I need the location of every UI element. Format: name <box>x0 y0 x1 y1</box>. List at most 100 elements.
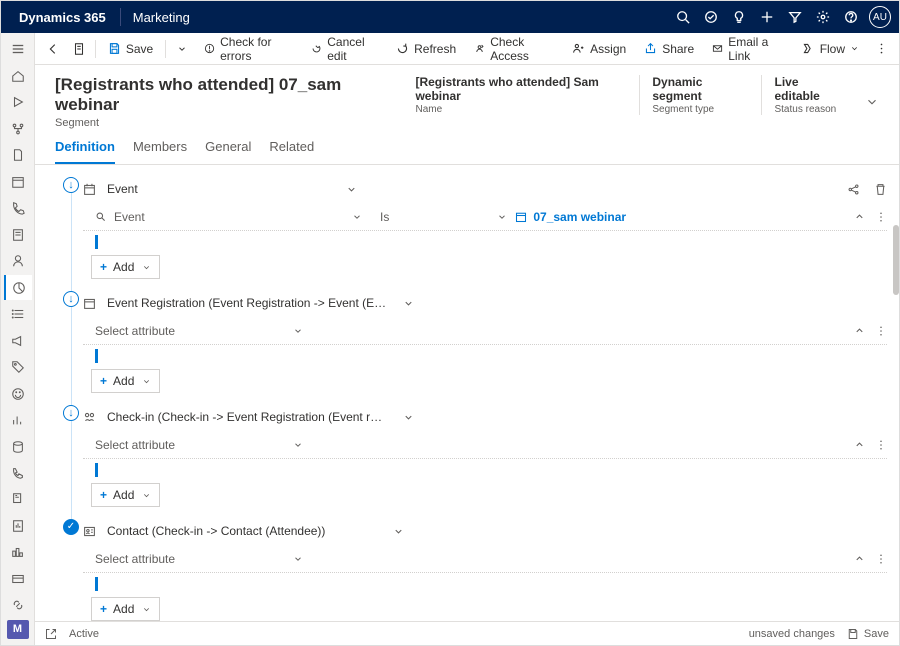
nav-menu-icon[interactable] <box>4 37 32 61</box>
record-subtitle: Segment <box>55 117 375 129</box>
nav-home-icon[interactable] <box>4 63 32 87</box>
module-label[interactable]: Marketing <box>125 10 198 25</box>
row-menu-icon[interactable] <box>875 325 887 337</box>
app-switcher[interactable]: M <box>7 620 29 639</box>
share-block-icon[interactable] <box>847 183 860 196</box>
attribute-placeholder[interactable]: Select attribute <box>95 552 215 566</box>
back-button[interactable] <box>41 35 65 63</box>
chevron-down-icon[interactable] <box>293 326 303 336</box>
nav-journey-icon[interactable] <box>4 116 32 140</box>
tab-definition[interactable]: Definition <box>55 139 115 164</box>
record-tabs: Definition Members General Related <box>35 129 899 165</box>
accent-bar <box>95 235 98 249</box>
delete-block-icon[interactable] <box>874 183 887 196</box>
nav-card-icon[interactable] <box>4 567 32 591</box>
add-condition-button[interactable]: +Add <box>91 369 160 393</box>
collapse-icon[interactable] <box>854 553 865 564</box>
nav-segment-icon[interactable] <box>4 275 32 299</box>
chevron-down-icon[interactable] <box>403 298 414 309</box>
command-bar: Save Check for errors Cancel edit Refres… <box>35 33 899 65</box>
row-menu-icon[interactable] <box>875 553 887 565</box>
left-nav: M <box>1 33 35 645</box>
nav-phone-icon[interactable] <box>4 196 32 220</box>
meta-type-value: Dynamic segment <box>652 75 743 103</box>
record-title: [Registrants who attended] 07_sam webina… <box>55 75 375 115</box>
nav-data-icon[interactable] <box>4 434 32 458</box>
expand-header-button[interactable] <box>865 95 879 109</box>
nav-smile-icon[interactable] <box>4 381 32 405</box>
lightbulb-icon[interactable] <box>725 3 753 31</box>
share-button[interactable]: Share <box>636 35 702 63</box>
user-avatar[interactable]: AU <box>869 6 891 28</box>
nav-insights-icon[interactable] <box>4 540 32 564</box>
nav-megaphone-icon[interactable] <box>4 328 32 352</box>
nav-contact-icon[interactable] <box>4 249 32 273</box>
nav-play-icon[interactable] <box>4 90 32 114</box>
chevron-down-icon[interactable] <box>293 440 303 450</box>
search-icon[interactable] <box>669 3 697 31</box>
tab-general[interactable]: General <box>205 139 251 164</box>
status-save-button[interactable]: Save <box>847 628 889 640</box>
refresh-button[interactable]: Refresh <box>388 35 464 63</box>
nav-link-icon[interactable] <box>4 593 32 617</box>
overflow-button[interactable] <box>869 35 893 63</box>
brand-label[interactable]: Dynamics 365 <box>9 10 116 25</box>
meta-status-label: Status reason <box>774 104 839 115</box>
entity-name[interactable]: Contact (Check-in -> Contact (Attendee)) <box>107 524 325 538</box>
nav-call-icon[interactable] <box>4 461 32 485</box>
meta-type-label: Segment type <box>652 104 743 115</box>
email-link-button[interactable]: Email a Link <box>704 35 791 63</box>
help-icon[interactable] <box>837 3 865 31</box>
row-menu-icon[interactable] <box>875 211 887 223</box>
scrollbar-thumb[interactable] <box>893 225 899 295</box>
cancel-edit-button[interactable]: Cancel edit <box>303 35 386 63</box>
search-icon <box>95 211 106 222</box>
entity-name[interactable]: Check-in (Check-in -> Event Registration… <box>107 410 387 424</box>
save-dropdown[interactable] <box>170 35 194 63</box>
attribute-placeholder[interactable]: Select attribute <box>95 324 215 338</box>
collapse-icon[interactable] <box>854 439 865 450</box>
save-button[interactable]: Save <box>100 35 161 63</box>
tab-members[interactable]: Members <box>133 139 187 164</box>
nav-template-icon[interactable] <box>4 487 32 511</box>
chevron-down-icon[interactable] <box>403 412 414 423</box>
step-complete-icon: ✓ <box>63 519 79 535</box>
chevron-down-icon[interactable] <box>346 184 357 195</box>
task-icon[interactable] <box>697 3 725 31</box>
nav-list-icon[interactable] <box>4 302 32 326</box>
attribute-field[interactable]: Event <box>114 210 234 224</box>
row-menu-icon[interactable] <box>875 439 887 451</box>
nav-report-icon[interactable] <box>4 514 32 538</box>
calendar-icon <box>83 183 99 196</box>
notes-button[interactable] <box>67 35 91 63</box>
check-access-button[interactable]: Check Access <box>466 35 562 63</box>
nav-chart-icon[interactable] <box>4 408 32 432</box>
entity-name[interactable]: Event <box>107 182 138 196</box>
attribute-placeholder[interactable]: Select attribute <box>95 438 215 452</box>
entity-name[interactable]: Event Registration (Event Registration -… <box>107 296 387 310</box>
value-link[interactable]: 07_sam webinar <box>515 210 626 224</box>
nav-form-icon[interactable] <box>4 222 32 246</box>
add-condition-button[interactable]: +Add <box>91 255 160 279</box>
filter-icon[interactable] <box>781 3 809 31</box>
add-condition-button[interactable]: +Add <box>91 597 160 621</box>
check-errors-button[interactable]: Check for errors <box>196 35 301 63</box>
chevron-down-icon[interactable] <box>293 554 303 564</box>
add-icon[interactable] <box>753 3 781 31</box>
operator-field[interactable]: Is <box>380 210 389 224</box>
assign-button[interactable]: Assign <box>564 35 634 63</box>
collapse-icon[interactable] <box>854 211 865 222</box>
popout-icon[interactable] <box>45 628 57 640</box>
collapse-icon[interactable] <box>854 325 865 336</box>
nav-tag-icon[interactable] <box>4 355 32 379</box>
chevron-down-icon[interactable] <box>352 212 362 222</box>
nav-calendar-icon[interactable] <box>4 169 32 193</box>
add-condition-button[interactable]: +Add <box>91 483 160 507</box>
meta-name-value: [Registrants who attended] Sam webinar <box>415 75 621 103</box>
flow-button[interactable]: Flow <box>794 35 867 63</box>
tab-related[interactable]: Related <box>269 139 314 164</box>
chevron-down-icon[interactable] <box>497 212 507 222</box>
settings-icon[interactable] <box>809 3 837 31</box>
chevron-down-icon[interactable] <box>393 526 404 537</box>
nav-doc-icon[interactable] <box>4 143 32 167</box>
